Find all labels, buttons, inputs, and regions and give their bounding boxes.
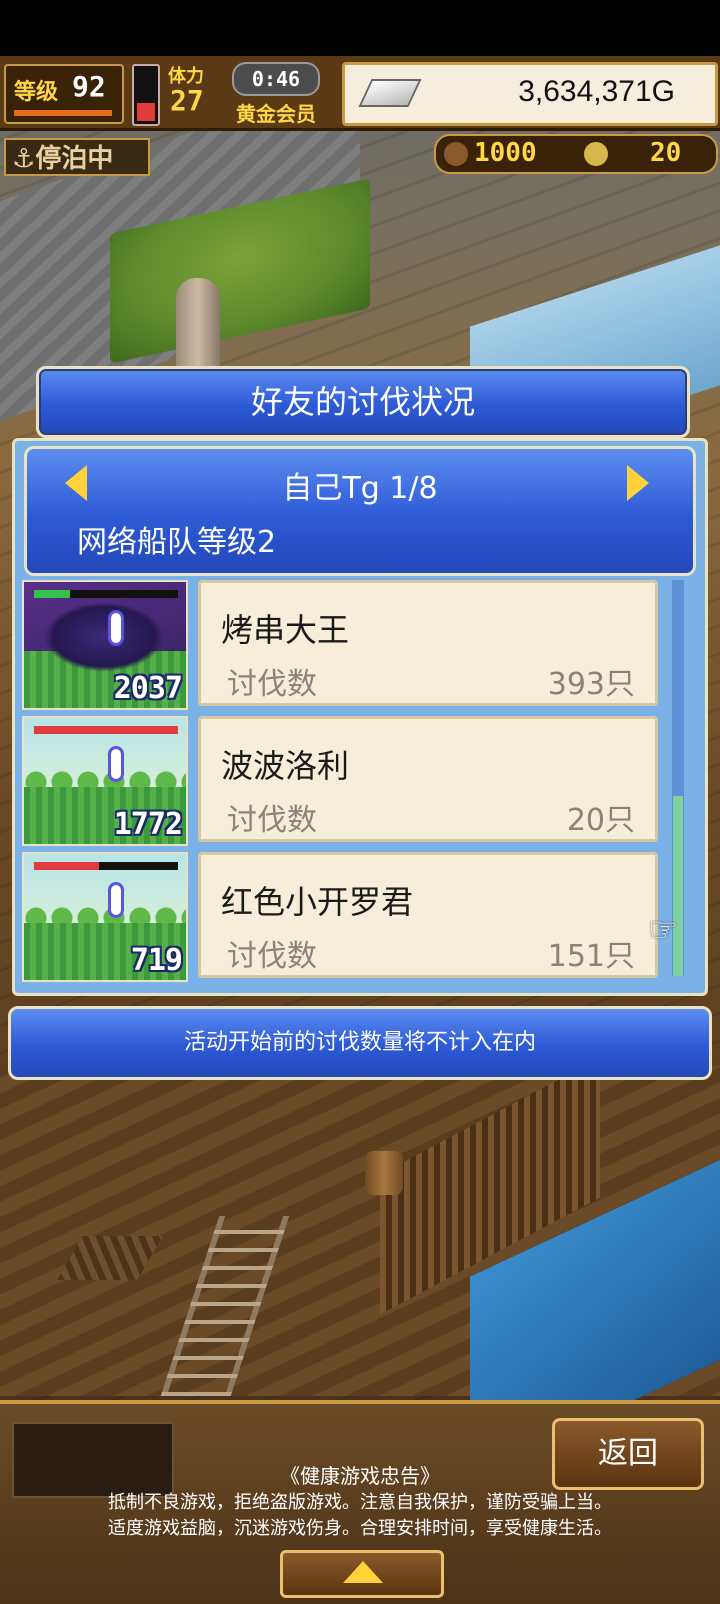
list-item: 719 红色小开罗君 讨伐数 151只 — [22, 852, 672, 982]
boss-hp-fill — [34, 726, 178, 734]
friend-name: 波波洛利 — [221, 747, 350, 785]
level-panel[interactable]: 等级 92 — [4, 64, 124, 124]
boss-count: 719 — [130, 943, 183, 978]
resource-panel[interactable]: 1000 20 — [434, 134, 718, 174]
location-pin-icon — [108, 610, 124, 646]
health-notice-title: 《健康游戏忠告》 — [280, 1464, 440, 1488]
anchor-icon: ⚓ — [12, 144, 36, 174]
boss-count: 2037 — [113, 671, 183, 706]
gold-panel[interactable]: 3,634,371G — [342, 62, 718, 126]
boss-hp-bar — [34, 862, 178, 870]
boss-hp-bar — [34, 590, 178, 598]
membership-badge[interactable]: 黄金会员 — [236, 98, 316, 127]
friend-card[interactable]: 烤串大王 讨伐数 393只 — [198, 580, 658, 706]
exp-bar — [14, 110, 112, 116]
page-label: 自己Tg 1/8 — [282, 471, 438, 506]
level-value: 92 — [72, 70, 106, 103]
level-label: 等级 — [14, 80, 59, 105]
medal-icon — [584, 142, 608, 166]
location-pin-icon — [108, 746, 124, 782]
dialog-title: 好友的讨伐状况 — [36, 366, 690, 438]
resource-1-value: 1000 — [474, 138, 537, 168]
expand-menu-button[interactable] — [280, 1550, 444, 1598]
boss-thumbnail: 1772 — [22, 716, 188, 846]
kill-count-label: 讨伐数 — [227, 803, 317, 838]
stamina-timer: 0:46 — [232, 62, 320, 96]
list-item: 2037 烤串大王 讨伐数 393只 — [22, 580, 672, 710]
list-item: 1772 波波洛利 讨伐数 20只 — [22, 716, 672, 846]
health-notice-line-2: 适度游戏益脑，沉迷游戏伤身。合理安排时间，享受健康生活。 — [108, 1518, 612, 1539]
port-status-label: 停泊中 — [35, 144, 114, 174]
boss-thumbnail: 2037 — [22, 580, 188, 710]
stamina-gauge — [132, 64, 160, 126]
stamina-gauge-fill — [137, 103, 155, 121]
health-notice-line-1: 抵制不良游戏，拒绝盗版游戏。注意自我保护，谨防受骗上当。 — [108, 1492, 612, 1513]
meat-icon — [444, 142, 468, 166]
silver-bar-icon — [358, 79, 422, 107]
stamina-value: 27 — [170, 84, 204, 117]
kill-count-value: 20只 — [566, 803, 635, 838]
resource-2-value: 20 — [650, 138, 682, 168]
friend-card[interactable]: 波波洛利 讨伐数 20只 — [198, 716, 658, 842]
friend-name: 烤串大王 — [221, 611, 350, 649]
boss-thumbnail: 719 — [22, 852, 188, 982]
kill-count-value: 151只 — [547, 939, 635, 974]
port-status[interactable]: ⚓停泊中 — [4, 138, 150, 176]
kill-count-value: 393只 — [547, 667, 635, 702]
kill-count-label: 讨伐数 — [227, 939, 317, 974]
friend-name: 红色小开罗君 — [221, 883, 414, 921]
friend-card[interactable]: 红色小开罗君 讨伐数 151只 — [198, 852, 658, 978]
dialog-header: 自己Tg 1/8 网络船队等级2 — [24, 446, 696, 576]
friend-hunt-list: 2037 烤串大王 讨伐数 393只 1772 波波洛利 讨伐数 20只 719… — [22, 580, 672, 990]
kill-count-label: 讨伐数 — [227, 667, 317, 702]
hand-pointer-icon: ☜ — [648, 910, 679, 950]
up-triangle-icon — [343, 1561, 383, 1583]
boss-hp-bar — [34, 726, 178, 734]
monster-sprite — [44, 602, 164, 672]
gold-value: 3,634,371G — [518, 75, 675, 108]
event-notice: 活动开始前的讨伐数量将不计入在内 — [8, 1006, 712, 1080]
footer-bar: 返回 《健康游戏忠告》 抵制不良游戏，拒绝盗版游戏。注意自我保护，谨防受骗上当。… — [0, 1400, 720, 1604]
boss-hp-fill — [34, 590, 70, 598]
right-arrow-icon[interactable] — [627, 465, 649, 501]
fleet-level: 网络船队等级2 — [77, 525, 277, 560]
boss-count: 1772 — [113, 807, 183, 842]
barrel — [365, 1151, 403, 1195]
boss-hp-fill — [34, 862, 99, 870]
top-hud: 等级 92 体力 27 0:46 黄金会员 3,634,371G — [0, 56, 720, 131]
location-pin-icon — [108, 882, 124, 918]
